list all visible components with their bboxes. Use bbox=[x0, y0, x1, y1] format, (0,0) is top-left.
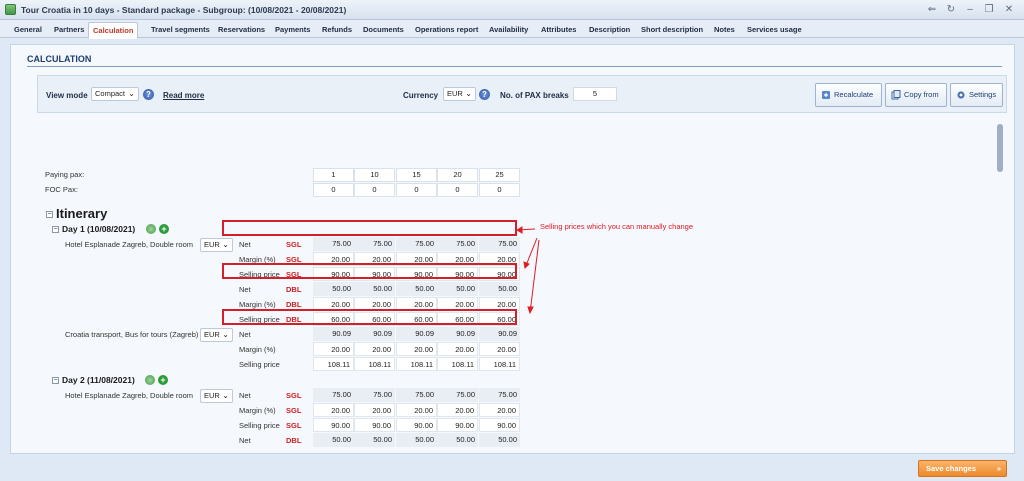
save-changes-button[interactable]: Save changes » bbox=[918, 460, 1007, 477]
save-changes-label: Save changes bbox=[926, 464, 977, 473]
highlight-box bbox=[222, 263, 517, 279]
scrollbar-thumb[interactable] bbox=[997, 124, 1003, 172]
chevron-right-icon: » bbox=[996, 464, 1001, 473]
annotation-text: Selling prices which you can manually ch… bbox=[540, 222, 694, 231]
annotation-arrowhead bbox=[527, 306, 534, 315]
annotation-arrowhead bbox=[516, 226, 523, 234]
annotation-arrowhead bbox=[523, 261, 530, 270]
annotation-overlay bbox=[516, 226, 540, 315]
highlight-box bbox=[222, 220, 517, 236]
highlight-box bbox=[222, 309, 517, 325]
